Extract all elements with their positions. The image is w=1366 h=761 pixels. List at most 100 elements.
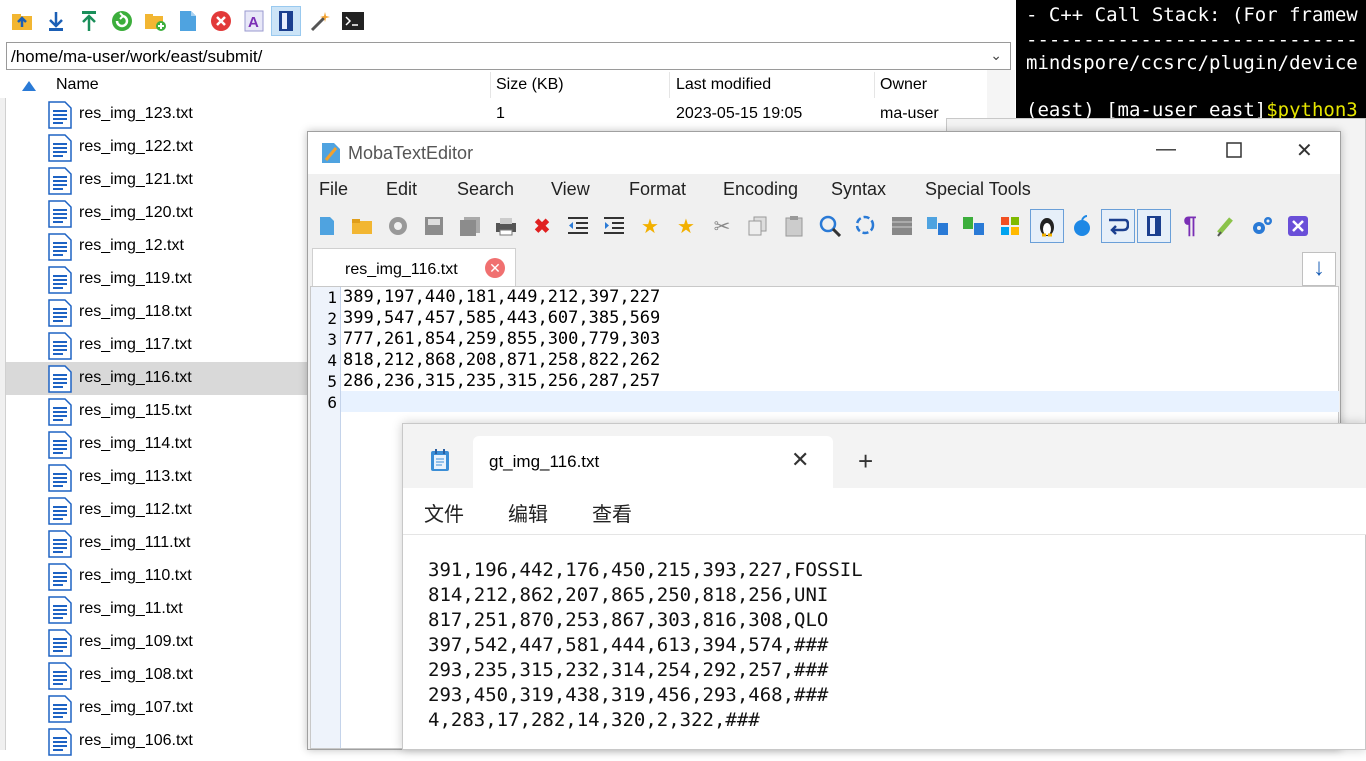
upload-folder-icon[interactable] <box>10 8 34 34</box>
terminal-line: ----------------------------- <box>1026 29 1358 51</box>
file-name: res_img_118.txt <box>79 303 192 320</box>
open-icon[interactable] <box>348 212 376 240</box>
code-line: 818,212,868,208,871,258,822,262 <box>343 350 661 370</box>
text-editor-icon[interactable] <box>271 6 301 36</box>
text-file-icon <box>48 233 72 261</box>
terminal-line: - C++ Call Stack: (For framew <box>1026 4 1358 26</box>
terminal-icon[interactable] <box>341 8 365 34</box>
windows-icon[interactable] <box>996 212 1024 240</box>
menu-search[interactable]: Search <box>457 179 514 200</box>
reload-icon[interactable] <box>384 212 412 240</box>
code-line: 286,236,315,235,315,256,287,257 <box>343 371 661 391</box>
menu-encoding[interactable]: Encoding <box>723 179 798 200</box>
apple-icon[interactable] <box>1068 212 1096 240</box>
editor-tab[interactable]: res_img_116.txt ✕ <box>312 248 516 286</box>
path-input[interactable]: /home/ma-user/work/east/submit/ ⌄ <box>6 42 1011 70</box>
menu-syntax[interactable]: Syntax <box>831 179 886 200</box>
text-file-icon <box>48 200 72 228</box>
bookmark-icon[interactable]: ★ <box>636 212 664 240</box>
notepad-line: 817,251,870,253,867,303,816,308,QLO <box>428 609 829 631</box>
file-name: res_img_120.txt <box>79 204 193 221</box>
menu-file[interactable]: 文件 <box>424 498 464 527</box>
word-wrap-icon[interactable] <box>1101 209 1135 243</box>
sort-ascending-icon[interactable] <box>22 78 36 96</box>
menu-view[interactable]: 查看 <box>592 498 632 527</box>
file-name: res_img_114.txt <box>79 435 192 452</box>
close-tab-icon[interactable]: ✕ <box>485 258 505 278</box>
new-tab-icon[interactable]: + <box>858 446 873 477</box>
indent-icon[interactable] <box>600 212 628 240</box>
notepad-line: 293,450,319,438,319,456,293,468,### <box>428 684 829 706</box>
show-symbols-icon[interactable]: ¶ <box>1176 212 1204 240</box>
column-size[interactable]: Size (KB) <box>496 76 564 94</box>
file-name: res_img_110.txt <box>79 567 192 584</box>
browser-toolbar: A <box>0 0 1015 42</box>
next-bookmark-icon[interactable]: ★ <box>672 212 700 240</box>
notepad-line: 293,235,315,232,314,254,292,257,### <box>428 659 829 681</box>
column-owner[interactable]: Owner <box>880 76 927 94</box>
text-file-icon <box>48 728 72 756</box>
delete-icon[interactable] <box>209 8 233 34</box>
file-owner: ma-user <box>880 105 939 122</box>
save-icon[interactable] <box>420 212 448 240</box>
line-number: 3 <box>327 330 337 349</box>
print-icon[interactable] <box>492 212 520 240</box>
terminal-line: mindspore/ccsrc/plugin/device <box>1026 52 1358 74</box>
file-name: res_img_107.txt <box>79 699 193 716</box>
split-view-icon[interactable] <box>1137 209 1171 243</box>
menu-view[interactable]: View <box>551 179 590 200</box>
menu-file[interactable]: File <box>319 179 348 200</box>
close-tab-icon[interactable]: ✕ <box>791 447 809 473</box>
exit-icon[interactable] <box>1284 212 1312 240</box>
column-mode-icon[interactable] <box>888 212 916 240</box>
file-name: res_img_123.txt <box>79 105 193 122</box>
close-button[interactable]: ✕ <box>1296 138 1313 163</box>
text-file-icon <box>48 563 72 591</box>
rename-icon[interactable]: A <box>242 8 266 34</box>
settings-icon[interactable] <box>1248 212 1276 240</box>
file-row[interactable]: res_img_123.txt 1 2023-05-15 19:05 ma-user <box>6 98 986 131</box>
column-name[interactable]: Name <box>56 76 99 94</box>
new-file-icon[interactable] <box>176 8 200 34</box>
notepad-tab[interactable]: gt_img_116.txt ✕ <box>473 436 833 488</box>
menu-format[interactable]: Format <box>629 179 686 200</box>
text-file-icon <box>48 101 72 129</box>
paste-icon[interactable] <box>780 212 808 240</box>
text-file-icon <box>48 596 72 624</box>
menu-special-tools[interactable]: Special Tools <box>925 179 1031 200</box>
editor-title: MobaTextEditor <box>348 143 474 163</box>
new-icon[interactable] <box>313 212 341 240</box>
copy-icon[interactable] <box>744 212 772 240</box>
outdent-icon[interactable] <box>564 212 592 240</box>
arrow-down-icon[interactable]: ↓ <box>1302 252 1336 286</box>
maximize-button[interactable] <box>1226 141 1242 164</box>
highlight-icon[interactable] <box>1212 212 1240 240</box>
download-icon[interactable] <box>44 8 68 34</box>
menu-edit[interactable]: Edit <box>386 179 417 200</box>
refresh-icon[interactable] <box>110 8 134 34</box>
chevron-down-icon[interactable]: ⌄ <box>990 47 1002 64</box>
new-folder-icon[interactable] <box>143 8 167 34</box>
text-file-icon <box>48 266 72 294</box>
file-name: res_img_12.txt <box>79 237 184 254</box>
notepad-line: 397,542,447,581,444,613,394,574,### <box>428 634 829 656</box>
cut-icon[interactable]: ✂ <box>708 212 736 240</box>
find-icon[interactable] <box>816 212 844 240</box>
column-modified[interactable]: Last modified <box>676 76 771 94</box>
code-line: 777,261,854,259,855,300,779,303 <box>343 329 661 349</box>
save-all-icon[interactable] <box>456 212 484 240</box>
sync-icon[interactable] <box>960 212 988 240</box>
compare-icon[interactable] <box>924 212 952 240</box>
upload-icon[interactable] <box>77 8 101 34</box>
line-number: 6 <box>327 393 337 412</box>
current-line-highlight <box>341 391 1339 412</box>
linux-icon[interactable] <box>1030 209 1064 243</box>
magic-wand-icon[interactable] <box>308 8 332 34</box>
text-file-icon <box>48 332 72 360</box>
find-replace-icon[interactable] <box>852 212 880 240</box>
file-name: res_img_108.txt <box>79 666 193 683</box>
close-file-icon[interactable]: ✖ <box>528 212 556 240</box>
minimize-button[interactable]: — <box>1156 138 1176 161</box>
notepad-tabbar: gt_img_116.txt ✕ + <box>403 424 1366 488</box>
menu-edit[interactable]: 编辑 <box>508 498 548 527</box>
